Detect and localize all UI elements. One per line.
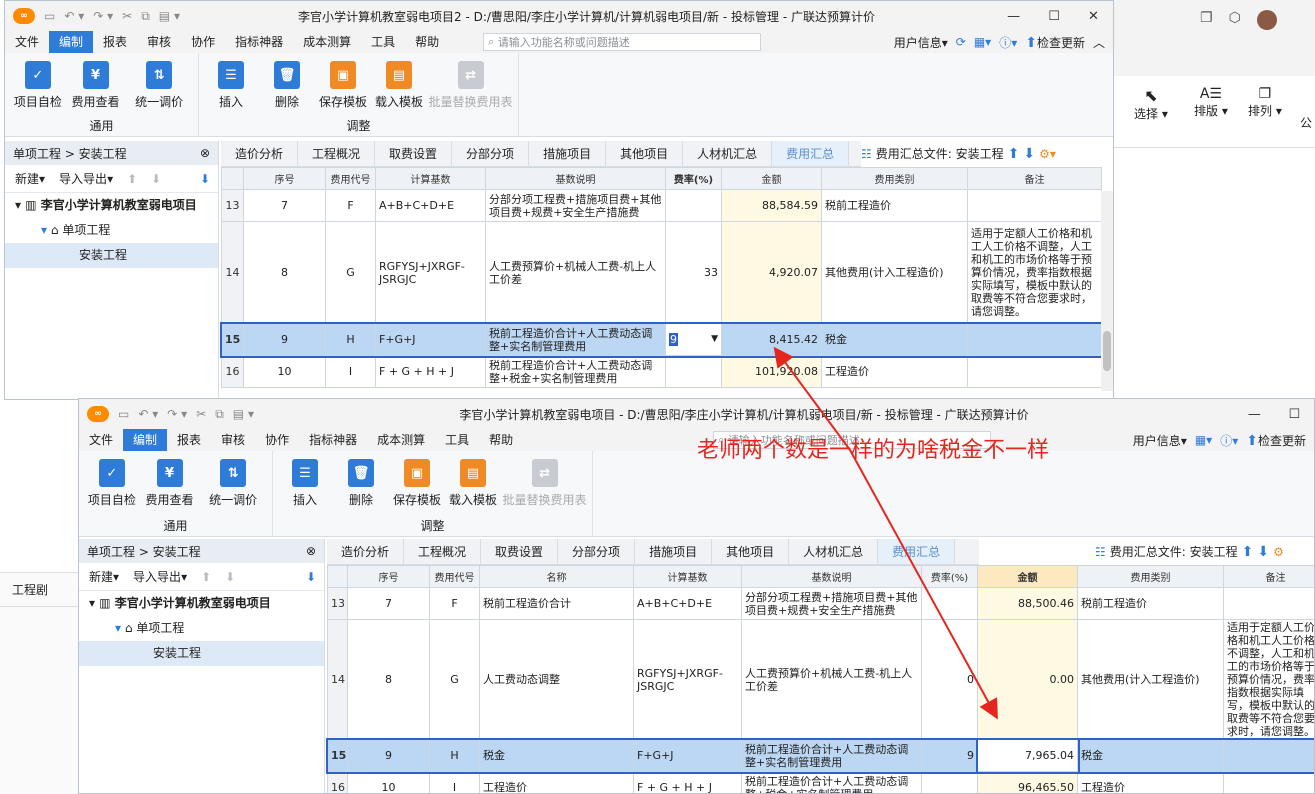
arrow-to-tax-1: [773, 346, 851, 451]
arrow-to-tax-2: [849, 449, 998, 720]
annotation-arrows: [773, 346, 998, 720]
